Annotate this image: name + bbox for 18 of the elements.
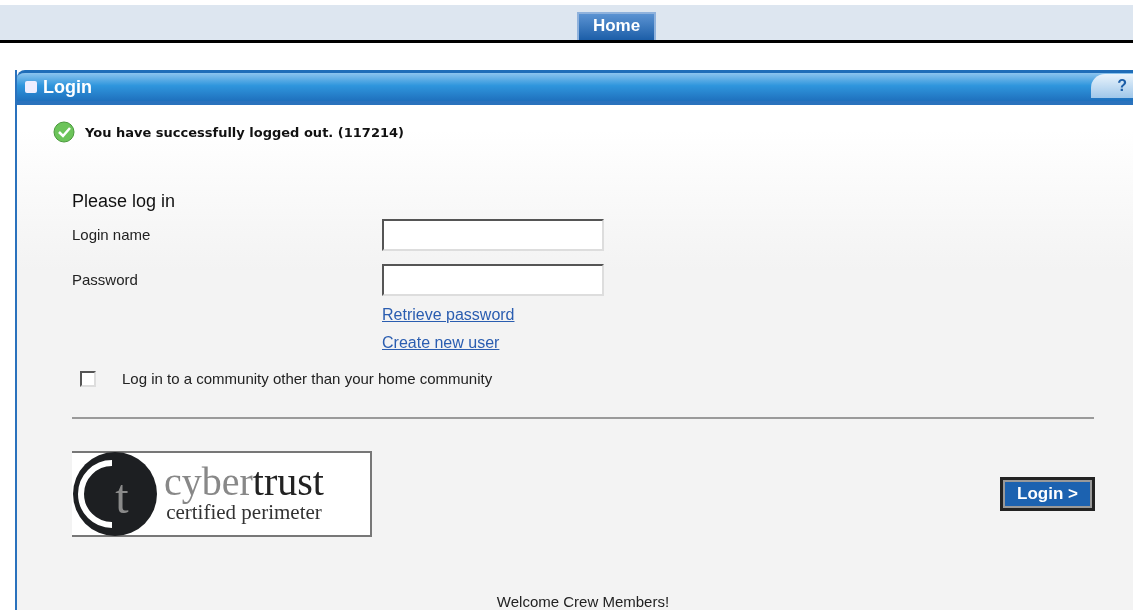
check-icon [53,121,75,143]
welcome-text: Welcome Crew Members! [495,593,671,610]
help-button[interactable]: ? [1091,74,1133,98]
square-icon [25,81,37,93]
form-heading: Please log in [72,191,177,212]
input-field[interactable] [382,263,604,296]
home-tab[interactable]: Home [576,12,657,40]
panel-title: Login [43,76,92,98]
text-link[interactable]: Retrieve password [382,306,515,324]
login-button[interactable]: Login > [1000,477,1095,511]
input-field[interactable] [382,218,604,251]
field-label: Login name [72,226,152,243]
checkbox[interactable] [80,370,96,387]
logo-mark-icon: t [72,451,158,537]
logout-message: You have successfully logged out. (117214) [85,124,404,140]
field-label: Password [72,271,139,288]
text-link[interactable]: Create new user [382,334,500,352]
checkbox-label: Log in to a community other than your home community [122,370,493,387]
